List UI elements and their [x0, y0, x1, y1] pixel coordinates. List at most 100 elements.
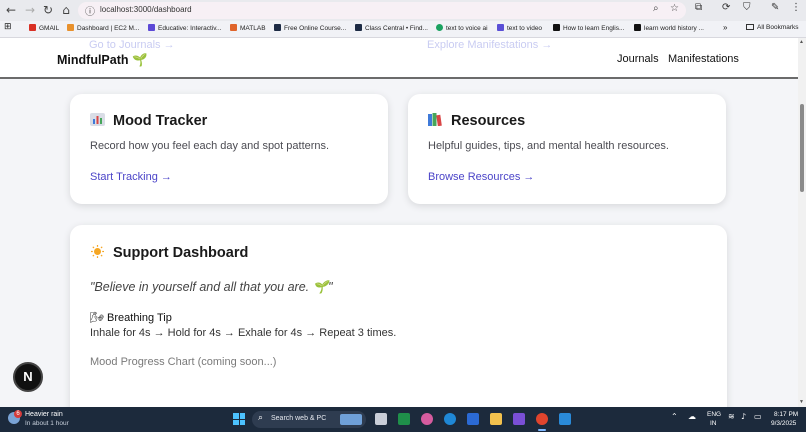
- region-indicator: IN: [710, 420, 717, 427]
- video-icon: [497, 24, 504, 31]
- support-dashboard-card: Support Dashboard "Believe in yourself a…: [70, 225, 727, 407]
- vscode-icon[interactable]: [559, 413, 571, 425]
- bookmark-educative[interactable]: Educative: Interactiv...: [148, 24, 221, 32]
- site-info-icon[interactable]: ⓘ: [85, 3, 95, 18]
- browse-resources-link[interactable]: Browse Resources →: [428, 171, 534, 183]
- card-title-text: Resources: [451, 113, 526, 129]
- resources-card: Resources Helpful guides, tips, and ment…: [408, 94, 726, 204]
- back-icon[interactable]: ←: [3, 2, 19, 18]
- resources-desc: Helpful guides, tips, and mental health …: [428, 140, 669, 152]
- start-tracking-link[interactable]: Start Tracking →: [90, 171, 172, 183]
- brand-logo[interactable]: MindfulPath 🌱: [57, 53, 148, 68]
- extension-pin-icon[interactable]: ✎: [771, 2, 779, 13]
- breathing-tip-text: Inhale for 4s → Hold for 4s → Exhale for…: [90, 327, 397, 339]
- profile-sync-icon[interactable]: ⟳: [722, 2, 730, 13]
- file-explorer-icon[interactable]: [490, 413, 502, 425]
- bookmark-star-icon[interactable]: ☆: [670, 3, 679, 14]
- page-scrollbar[interactable]: ▲ ▼: [798, 38, 806, 407]
- incognito-icon[interactable]: ⛉: [743, 2, 751, 13]
- clock-time[interactable]: 8:17 PM: [774, 411, 798, 418]
- search-icon: ⌕: [258, 413, 264, 423]
- wifi-icon[interactable]: ≋: [728, 412, 735, 421]
- bookmark-text-to-voice[interactable]: text to voice ai: [436, 24, 488, 32]
- star-burst-icon: [553, 24, 560, 31]
- resources-title: Resources: [428, 113, 525, 129]
- bookmark-matlab[interactable]: MATLAB: [230, 24, 266, 32]
- bookmark-label: Free Online Course...: [284, 25, 347, 32]
- windows-start-icon[interactable]: [233, 413, 245, 425]
- weather-title[interactable]: Heavier rain: [25, 411, 63, 418]
- bookmark-free-courses[interactable]: Free Online Course...: [274, 24, 346, 32]
- weather-subtitle: In about 1 hour: [25, 420, 69, 427]
- windows-taskbar: 6 Heavier rain In about 1 hour ⌕ Search …: [0, 407, 806, 432]
- language-indicator[interactable]: ENG: [707, 411, 721, 418]
- scroll-up-icon[interactable]: ▲: [799, 39, 804, 45]
- clock-date: 9/3/2025: [771, 420, 797, 427]
- bookmark-label: GMAIL: [39, 25, 60, 32]
- bookmark-class-central[interactable]: Class Central • Find...: [355, 24, 428, 32]
- breathing-tip-title: 🌬 Breathing Tip: [90, 312, 172, 324]
- bookmark-gmail[interactable]: GMAIL: [29, 24, 59, 32]
- mood-tracker-card: Mood Tracker Record how you feel each da…: [70, 94, 388, 204]
- battery-icon[interactable]: ▭: [754, 412, 762, 421]
- site-header: Go to Journals → Explore Manifestations …: [0, 38, 798, 79]
- mood-chart-placeholder: Mood Progress Chart (coming soon...): [90, 356, 277, 368]
- journals-link-ghost[interactable]: Go to Journals →: [89, 39, 175, 51]
- voice-icon: [436, 24, 443, 31]
- folder-icon: [746, 24, 754, 30]
- task-view-icon[interactable]: [375, 413, 387, 425]
- bookmark-label: Class Central • Find...: [365, 25, 428, 32]
- educative-icon: [148, 24, 155, 31]
- support-dashboard-title: Support Dashboard: [90, 245, 248, 261]
- url-text: localhost:3000/dashboard: [100, 5, 192, 14]
- volume-icon[interactable]: ♪: [741, 412, 746, 421]
- all-bookmarks[interactable]: All Bookmarks: [746, 24, 799, 31]
- scroll-thumb[interactable]: [800, 104, 804, 192]
- browser-toolbar: ← → ↻ ⌂ ⓘ localhost:3000/dashboard ⌕ ☆ ⧉…: [0, 0, 806, 21]
- widgets-icon[interactable]: [398, 413, 410, 425]
- copilot-icon[interactable]: [421, 413, 433, 425]
- bookmark-ec2[interactable]: Dashboard | EC2 M...: [67, 24, 139, 32]
- bookmark-label: text to video: [507, 25, 543, 32]
- extensions-icon[interactable]: ⧉: [695, 2, 702, 13]
- weather-badge: 6: [14, 410, 22, 418]
- app-icon[interactable]: [513, 413, 525, 425]
- mood-tracker-desc: Record how you feel each day and spot pa…: [90, 140, 330, 152]
- gmail-icon: [29, 24, 36, 31]
- bookmark-label: text to voice ai: [446, 25, 488, 32]
- page-viewport: Go to Journals → Explore Manifestations …: [0, 38, 798, 407]
- apps-icon[interactable]: ⊞: [4, 22, 12, 32]
- sun-icon: [90, 245, 105, 258]
- bookmark-world-history[interactable]: learn world history ...: [634, 24, 704, 32]
- forward-icon[interactable]: →: [22, 2, 38, 18]
- books-icon: [428, 113, 443, 127]
- bookmark-text-to-video[interactable]: text to video: [497, 24, 542, 32]
- chrome-icon[interactable]: [536, 413, 548, 425]
- address-bar[interactable]: ⓘ localhost:3000/dashboard ⌕ ☆: [78, 2, 686, 19]
- star-burst-icon: [634, 24, 641, 31]
- aws-icon: [67, 24, 74, 31]
- home-icon[interactable]: ⌂: [58, 2, 74, 18]
- bookmark-label: MATLAB: [240, 25, 266, 32]
- manifestations-link-ghost[interactable]: Explore Manifestations →: [427, 39, 552, 51]
- bookmark-learn-english[interactable]: How to learn Englis...: [553, 24, 624, 32]
- onedrive-icon[interactable]: ☁: [688, 412, 696, 421]
- scroll-down-icon[interactable]: ▼: [799, 399, 804, 405]
- class-central-icon: [274, 24, 281, 31]
- reload-icon[interactable]: ↻: [40, 2, 56, 18]
- more-bookmarks-icon[interactable]: »: [723, 23, 727, 32]
- all-bookmarks-label: All Bookmarks: [757, 24, 799, 31]
- menu-icon[interactable]: ⋮: [791, 2, 801, 13]
- tray-overflow-icon[interactable]: ⌃: [671, 412, 678, 421]
- bar-chart-icon: [90, 113, 105, 126]
- nextjs-dev-badge[interactable]: N: [13, 362, 43, 392]
- nav-manifestations[interactable]: Manifestations: [668, 53, 739, 65]
- outlook-icon[interactable]: [467, 413, 479, 425]
- zoom-icon[interactable]: ⌕: [653, 3, 659, 14]
- bookmark-label: How to learn Englis...: [563, 25, 625, 32]
- nav-journals[interactable]: Journals: [617, 53, 659, 65]
- bookmark-label: learn world history ...: [644, 25, 704, 32]
- edge-icon[interactable]: [444, 413, 456, 425]
- taskbar-search[interactable]: ⌕ Search web & PC: [252, 411, 366, 428]
- search-highlight-icon: [340, 414, 362, 425]
